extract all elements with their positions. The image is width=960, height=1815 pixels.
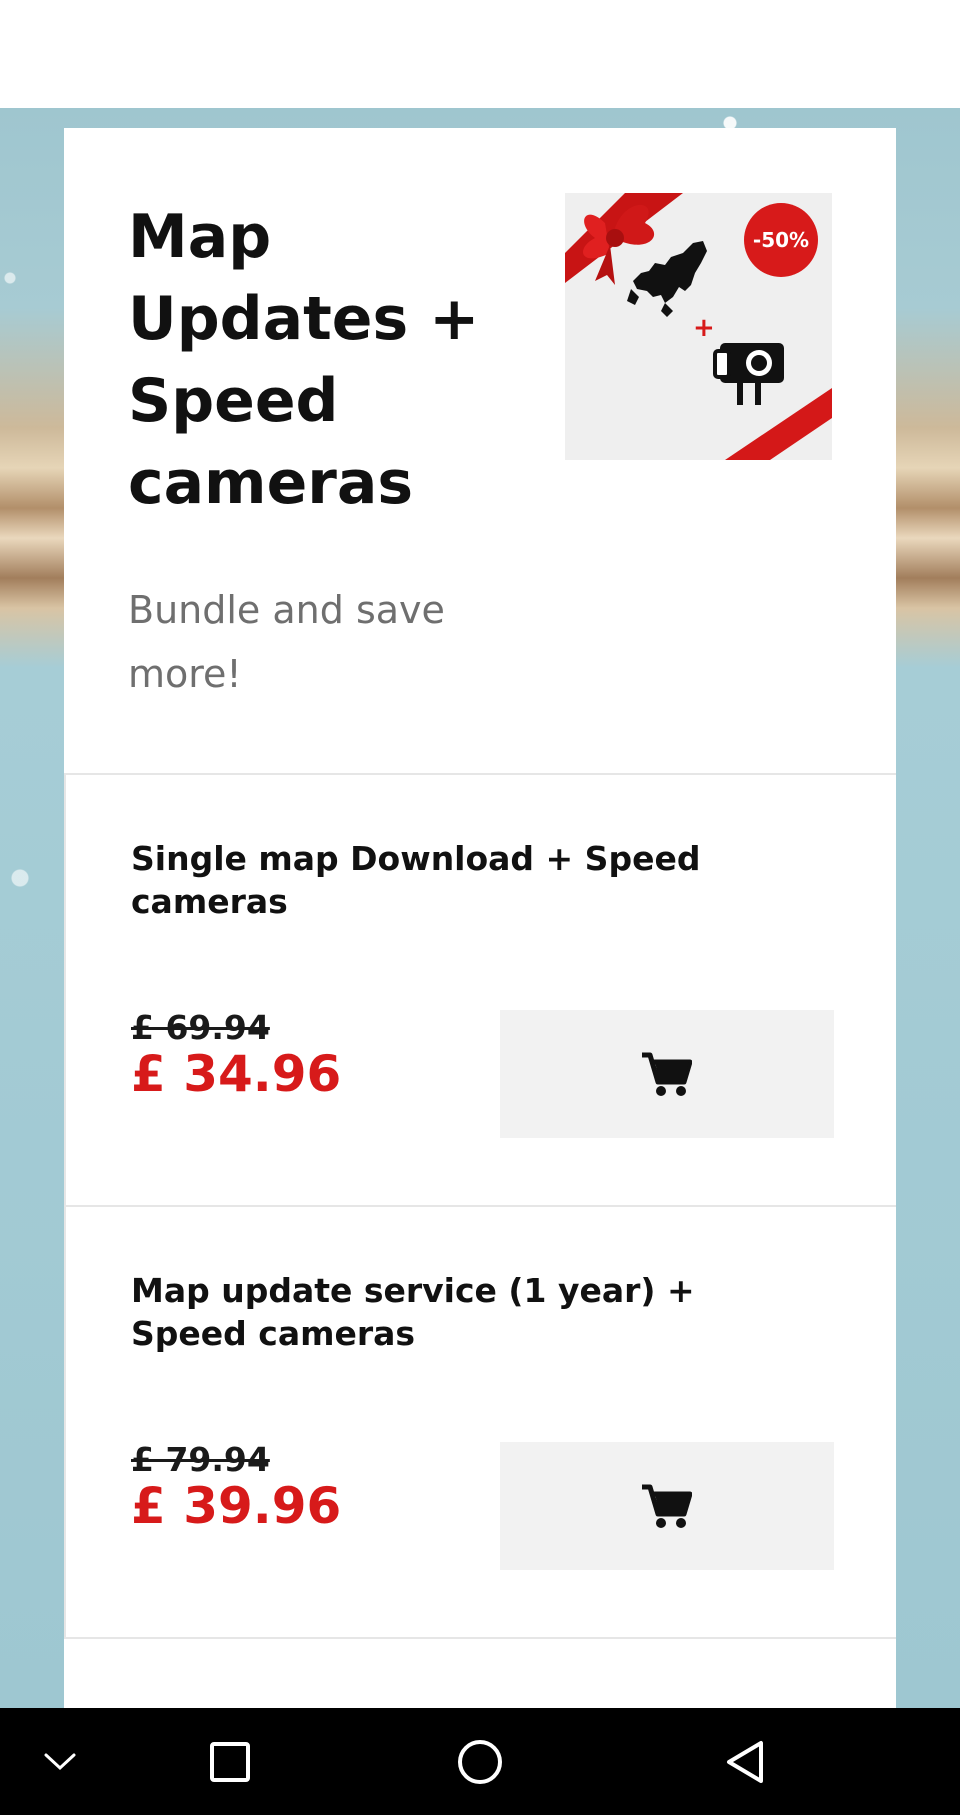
nav-collapse-button[interactable] <box>20 1708 100 1815</box>
nav-home-button[interactable] <box>440 1708 520 1815</box>
cart-icon <box>642 1052 692 1096</box>
product-image: + -50% <box>565 193 832 460</box>
chevron-down-icon <box>44 1753 76 1770</box>
old-price: £ 69.94 <box>131 1008 270 1047</box>
old-price: £ 79.94 <box>131 1440 270 1479</box>
back-triangle-icon <box>727 1740 763 1783</box>
system-navigation-bar <box>0 1708 960 1815</box>
nav-back-button[interactable] <box>705 1708 785 1815</box>
offer-title: Map update service (1 year) + Speed came… <box>131 1271 695 1353</box>
speed-camera-icon <box>713 343 784 405</box>
sale-price: £ 34.96 <box>131 1045 342 1103</box>
cart-icon <box>642 1484 692 1528</box>
top-bar <box>0 0 960 108</box>
product-card: Map Updates + Speed cameras Bundle and s… <box>64 128 896 1708</box>
home-circle-icon <box>458 1739 502 1784</box>
offer-item: Map update service (1 year) + Speed came… <box>64 1207 896 1639</box>
offer-title: Single map Download + Speed cameras <box>131 839 701 921</box>
plus-sign: + <box>693 313 715 343</box>
product-header: Map Updates + Speed cameras Bundle and s… <box>64 128 896 775</box>
discount-badge: -50% <box>744 203 818 277</box>
offer-item: Single map Download + Speed cameras £ 69… <box>64 775 896 1207</box>
add-to-cart-button[interactable] <box>500 1442 834 1570</box>
product-title: Map Updates + Speed cameras <box>128 202 480 518</box>
europe-map-icon <box>627 241 707 317</box>
screen: Map Updates + Speed cameras Bundle and s… <box>0 0 960 1815</box>
nav-recents-button[interactable] <box>190 1708 270 1815</box>
product-subtitle: Bundle and save more! <box>128 588 445 696</box>
recents-square-icon <box>210 1741 250 1782</box>
sale-price: £ 39.96 <box>131 1477 342 1535</box>
add-to-cart-button[interactable] <box>500 1010 834 1138</box>
